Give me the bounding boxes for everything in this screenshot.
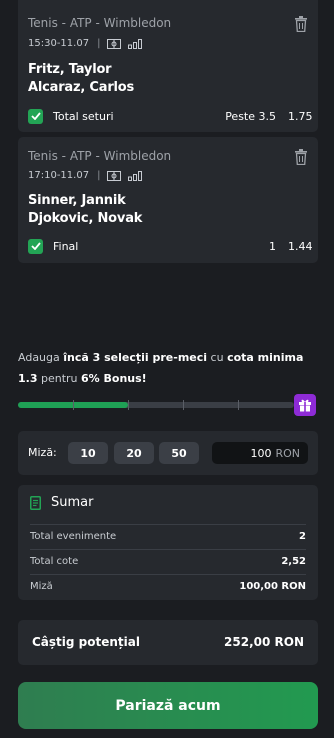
divider: | [97, 38, 101, 49]
summary-row-events: Total evenimente 2 [30, 524, 306, 548]
promo-text-1: Adauga [18, 351, 64, 364]
stats-bars-icon[interactable] [128, 170, 143, 181]
promo-bold-3: 6% Bonus! [81, 372, 147, 385]
summary-value: 2,52 [281, 556, 306, 567]
team-away: Alcaraz, Carlos [28, 80, 135, 95]
event-meta: 17:10-11.07 | [28, 170, 149, 181]
summary-value: 2 [299, 531, 306, 542]
selection-card: Tenis - ATP - Wimbledon 15:30-11.07 | Fr… [18, 0, 318, 132]
stake-label: Miză: [28, 446, 57, 459]
stadium-icon[interactable] [107, 170, 122, 181]
promo-bold-1: încă 3 selecții pre-meci [63, 351, 208, 364]
summary-label: Miză [30, 581, 53, 592]
summary-card: Sumar Total evenimente 2 Total cote 2,52… [18, 485, 318, 600]
promo-text-3: pentru [37, 372, 82, 385]
stadium-icon[interactable] [107, 38, 122, 49]
team-away: Djokovic, Novak [28, 211, 143, 226]
gift-icon[interactable] [294, 394, 316, 416]
event-datetime: 17:10-11.07 [28, 170, 90, 181]
team-home: Sinner, Jannik [28, 193, 126, 208]
potential-win-label: Câștig potențial [32, 635, 140, 649]
team-home: Fritz, Taylor [28, 62, 112, 77]
potential-win-value: 252,00 RON [224, 635, 304, 649]
place-bet-button[interactable]: Pariază acum [18, 682, 318, 729]
event-datetime: 15:30-11.07 [28, 38, 90, 49]
event-meta: 15:30-11.07 | [28, 38, 149, 49]
bonus-progress-bar [18, 400, 294, 410]
market-name: Final [53, 239, 79, 253]
summary-title: Sumar [51, 495, 94, 510]
selection-value: 1 [269, 239, 276, 253]
document-icon [30, 496, 41, 510]
market-name: Total seturi [53, 109, 114, 123]
stake-currency: RON [275, 446, 300, 460]
promo-text-2: cu [207, 351, 228, 364]
summary-label: Total evenimente [30, 531, 117, 542]
summary-row-stake: Miză 100,00 RON [30, 574, 306, 598]
potential-win: Câștig potențial 252,00 RON [18, 620, 318, 665]
stake-section: Miză: 10 20 50 100 RON [18, 431, 318, 475]
league-name: Tenis - ATP - Wimbledon [28, 149, 172, 163]
selection-value: Peste 3.5 [225, 109, 276, 123]
selection-card: Tenis - ATP - Wimbledon 17:10-11.07 | Si… [18, 137, 318, 263]
trash-icon[interactable] [294, 149, 308, 165]
progress-tick [238, 400, 239, 410]
trash-icon[interactable] [294, 16, 308, 32]
stats-bars-icon[interactable] [128, 38, 143, 49]
odd-value: 1.44 [288, 239, 313, 253]
league-name: Tenis - ATP - Wimbledon [28, 16, 172, 30]
summary-row-odds: Total cote 2,52 [30, 549, 306, 573]
progress-tick [73, 400, 74, 410]
summary-value: 100,00 RON [239, 581, 306, 592]
summary-label: Total cote [30, 556, 79, 567]
check-icon[interactable] [28, 108, 43, 124]
progress-tick [183, 400, 184, 410]
check-icon[interactable] [28, 238, 43, 254]
selection-pick: Total seturi Peste 3.5 1.75 [28, 107, 313, 125]
stake-chip-10[interactable]: 10 [68, 442, 108, 464]
divider: | [97, 170, 101, 181]
betslip-panel: Tenis - ATP - Wimbledon 15:30-11.07 | Fr… [0, 0, 334, 738]
selection-pick: Final 1 1.44 [28, 237, 313, 255]
bonus-promo-text: Adauga încă 3 selecții pre-meci cu cota … [18, 347, 318, 389]
stake-chip-20[interactable]: 20 [114, 442, 154, 464]
stake-input[interactable]: 100 RON [212, 442, 308, 464]
odd-value: 1.75 [288, 109, 313, 123]
stake-value: 100 [250, 446, 272, 460]
stake-chip-50[interactable]: 50 [159, 442, 199, 464]
progress-tick [128, 400, 129, 410]
